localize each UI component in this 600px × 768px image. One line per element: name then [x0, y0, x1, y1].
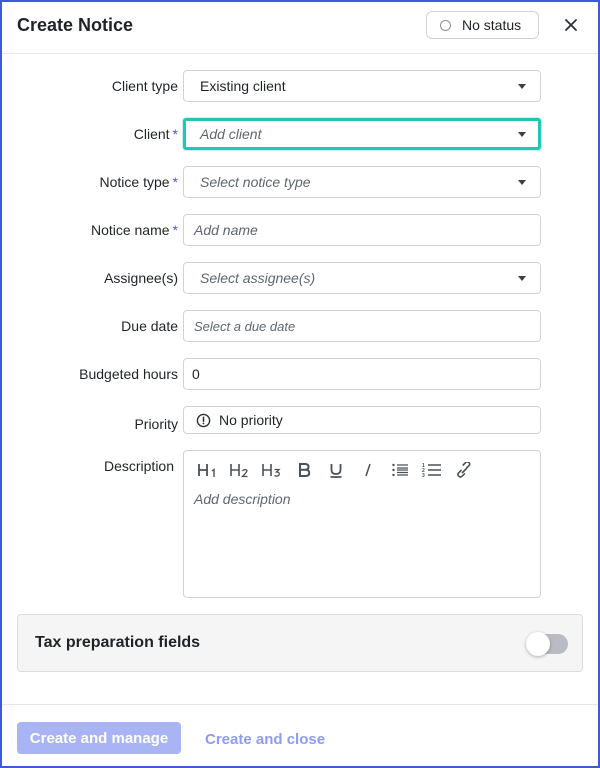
- priority-value: No priority: [219, 412, 283, 428]
- client-type-value: Existing client: [200, 78, 286, 94]
- budgeted-hours-label: Budgeted hours: [79, 366, 178, 382]
- notice-name-placeholder: Add name: [194, 222, 258, 238]
- description-placeholder: Add description: [194, 491, 291, 507]
- client-select[interactable]: Add client: [183, 118, 541, 150]
- dialog-footer: Create and manage Create and close: [2, 704, 598, 768]
- notice-name-label: Notice name *: [90, 222, 178, 238]
- tax-preparation-section: Tax preparation fields: [17, 614, 583, 672]
- heading-2-icon: [230, 464, 248, 478]
- priority-select[interactable]: No priority: [183, 406, 541, 434]
- create-and-manage-button[interactable]: Create and manage: [17, 722, 181, 754]
- due-date-input[interactable]: Select a due date: [183, 310, 541, 342]
- bold-icon: [299, 463, 311, 477]
- budgeted-hours-input[interactable]: 0: [183, 358, 541, 390]
- status-label: No status: [462, 17, 522, 33]
- create-and-close-button[interactable]: Create and close: [205, 731, 325, 748]
- notice-type-select[interactable]: Select notice type: [183, 166, 541, 198]
- svg-text:3: 3: [422, 473, 425, 478]
- dialog-header: Create Notice No status: [2, 2, 598, 54]
- client-label: Client *: [133, 126, 178, 142]
- chevron-down-icon: [518, 276, 526, 281]
- chevron-down-icon: [518, 180, 526, 185]
- heading-2-button[interactable]: [224, 459, 256, 481]
- heading-3-icon: [262, 464, 281, 477]
- tax-preparation-toggle[interactable]: [526, 632, 568, 656]
- status-button[interactable]: No status: [426, 11, 539, 39]
- alert-circle-icon: [196, 413, 211, 427]
- tax-preparation-title: Tax preparation fields: [35, 634, 201, 651]
- link-button[interactable]: [448, 459, 480, 481]
- heading-3-button[interactable]: [256, 459, 288, 481]
- heading-1-button[interactable]: [192, 459, 224, 481]
- due-date-label: Due date: [121, 318, 178, 334]
- bullet-list-button[interactable]: [384, 459, 416, 481]
- assignees-select[interactable]: Select assignee(s): [183, 262, 541, 294]
- dialog-title: Create Notice: [17, 15, 134, 35]
- italic-icon: [365, 463, 371, 477]
- notice-name-input[interactable]: Add name: [183, 214, 541, 246]
- description-label: Description: [103, 458, 174, 474]
- underline-button[interactable]: [320, 459, 352, 481]
- heading-1-icon: [198, 464, 215, 477]
- italic-button[interactable]: [352, 459, 384, 481]
- toggle-knob: [526, 632, 550, 656]
- create-notice-dialog: Create Notice No status Client type Exis…: [0, 0, 600, 768]
- link-icon: [457, 462, 471, 478]
- priority-label: Priority: [134, 416, 178, 432]
- assignees-label: Assignee(s): [104, 270, 178, 286]
- chevron-down-icon: [518, 132, 526, 137]
- required-marker: *: [172, 174, 178, 190]
- client-type-select[interactable]: Existing client: [183, 70, 541, 102]
- close-icon: [565, 19, 577, 31]
- underline-icon: [330, 464, 342, 478]
- status-circle-icon: [440, 19, 451, 31]
- notice-type-placeholder: Select notice type: [200, 174, 311, 190]
- required-marker: *: [172, 222, 178, 238]
- client-placeholder: Add client: [200, 126, 262, 142]
- required-marker: *: [172, 126, 178, 142]
- assignees-placeholder: Select assignee(s): [200, 270, 316, 286]
- budgeted-hours-value: 0: [192, 366, 200, 382]
- editor-toolbar: 1 2 3: [192, 459, 480, 481]
- bold-button[interactable]: [288, 459, 320, 481]
- client-type-label: Client type: [111, 78, 178, 94]
- notice-type-label: Notice type *: [99, 174, 179, 190]
- description-editor[interactable]: 1 2 3 Add description: [183, 450, 541, 598]
- bullet-list-icon: [392, 463, 408, 477]
- close-button[interactable]: [560, 14, 582, 36]
- numbered-list-button[interactable]: 1 2 3: [416, 459, 448, 481]
- chevron-down-icon: [518, 84, 526, 89]
- due-date-placeholder: Select a due date: [194, 318, 296, 334]
- numbered-list-icon: 1 2 3: [422, 463, 441, 478]
